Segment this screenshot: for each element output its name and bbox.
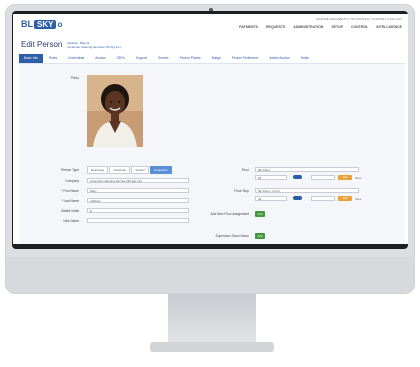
- person-type-segmented: Employee Customer Vendor Contractor: [87, 166, 172, 174]
- tab-bar: Basic Info Roles Credentials Access ODFs…: [19, 54, 405, 64]
- person-type-vendor[interactable]: Vendor: [131, 166, 149, 174]
- person-type-employee[interactable]: Employee: [87, 166, 109, 174]
- tab-odfs[interactable]: ODFs: [112, 54, 130, 63]
- last-name-field[interactable]: Addison: [87, 198, 189, 203]
- supervisor-show-name-label: Supervisor Show Name: [215, 234, 249, 238]
- tab-badge[interactable]: Badge: [207, 54, 226, 63]
- tab-person-photos[interactable]: Person Photos: [175, 54, 206, 63]
- first-name-field[interactable]: Mary: [87, 188, 189, 193]
- title-row: Edit Person Addison, Mary E. American Ca…: [21, 40, 121, 49]
- floor-stop-add-button[interactable]: Add: [338, 196, 352, 201]
- add-floor-assignment-label: Add New Floor Assignment: [210, 212, 249, 216]
- utility-links[interactable]: CHANGE AVAILABILITY | MY PROFILE | SUPPO…: [316, 17, 402, 21]
- floor-add-button[interactable]: Add: [338, 175, 352, 180]
- first-name-label: * First Name: [61, 189, 79, 193]
- tab-credentials[interactable]: Credentials: [63, 54, 89, 63]
- tab-service[interactable]: Service: [153, 54, 174, 63]
- company-select[interactable]: American Catering Service (55 Agt Inc): [87, 178, 189, 183]
- supervisor-add-button[interactable]: Add: [255, 233, 265, 239]
- page-title: Edit Person: [21, 40, 63, 49]
- nav-control[interactable]: CONTROL: [351, 25, 368, 29]
- tab-notes[interactable]: Notes: [296, 54, 314, 63]
- top-bar: BL SKY o CHANGE AVAILABILITY | MY PROFIL…: [13, 14, 408, 36]
- nick-name-label: Nick Name: [63, 219, 79, 223]
- nick-name-field[interactable]: [87, 218, 189, 223]
- monitor-chin: [6, 257, 414, 293]
- floor-stop-all-field[interactable]: All: [255, 196, 287, 201]
- logo-text: BL: [21, 19, 33, 29]
- person-form: Photo Person Type Employee Customer Vend…: [19, 64, 405, 244]
- monitor-base: [150, 342, 274, 352]
- person-type-label: Person Type: [61, 168, 79, 172]
- floor-select[interactable]: 6th Floor: [255, 167, 359, 172]
- person-portrait-image: [87, 75, 143, 147]
- person-type-contractor[interactable]: Contractor: [149, 166, 172, 174]
- nav-administration[interactable]: ADMINISTRATION: [293, 25, 323, 29]
- floor-stop-select[interactable]: 6th Floor - Front: [255, 188, 359, 193]
- add-floor-assignment-button[interactable]: Add: [255, 211, 265, 217]
- floor-save-link[interactable]: Save: [355, 176, 361, 180]
- tab-person-preference[interactable]: Person Preference: [227, 54, 264, 63]
- tab-basic-info[interactable]: Basic Info: [19, 54, 43, 63]
- nav-intelligence[interactable]: INTELLIGENCE: [376, 25, 402, 29]
- logo-suffix: o: [57, 19, 63, 29]
- nav-setup[interactable]: SETUP: [331, 25, 343, 29]
- person-subtitle: Addison, Mary E. American Catering Servi…: [67, 41, 120, 49]
- floor-stop-count-field[interactable]: [311, 196, 335, 201]
- middle-initial-field[interactable]: E: [87, 208, 189, 213]
- floor-count-field[interactable]: [311, 175, 335, 180]
- person-photo[interactable]: [87, 75, 143, 147]
- floor-toggle[interactable]: [293, 175, 302, 179]
- person-type-customer[interactable]: Customer: [109, 166, 131, 174]
- floor-stop-toggle[interactable]: [293, 196, 302, 200]
- subtitle-line2: American Catering Services (55 Agt Inc): [67, 44, 121, 49]
- nav-requests[interactable]: REQUESTS: [266, 25, 285, 29]
- tab-access[interactable]: Access: [90, 54, 110, 63]
- app-screen: BL SKY o CHANGE AVAILABILITY | MY PROFIL…: [13, 14, 408, 244]
- app-logo[interactable]: BL SKY o: [21, 19, 62, 29]
- logo-box: SKY: [34, 19, 57, 29]
- floor-all-field[interactable]: All: [255, 175, 287, 180]
- company-label: Company: [65, 179, 79, 183]
- floor-stop-save-link[interactable]: Save: [355, 197, 361, 201]
- tab-roles[interactable]: Roles: [44, 54, 62, 63]
- last-name-label: * Last Name: [61, 199, 79, 203]
- photo-label: Photo: [70, 76, 79, 80]
- tab-added-access[interactable]: Added Access: [264, 54, 294, 63]
- nav-payments[interactable]: PAYMENTS: [239, 25, 258, 29]
- middle-initial-label: Middle Initial: [61, 209, 79, 213]
- floor-label: Floor: [241, 168, 249, 172]
- main-nav: PAYMENTS REQUESTS ADMINISTRATION SETUP C…: [239, 25, 402, 29]
- floor-stop-label: Floor Stop: [234, 189, 249, 193]
- monitor-stand: [168, 294, 256, 342]
- tab-support[interactable]: Support: [131, 54, 152, 63]
